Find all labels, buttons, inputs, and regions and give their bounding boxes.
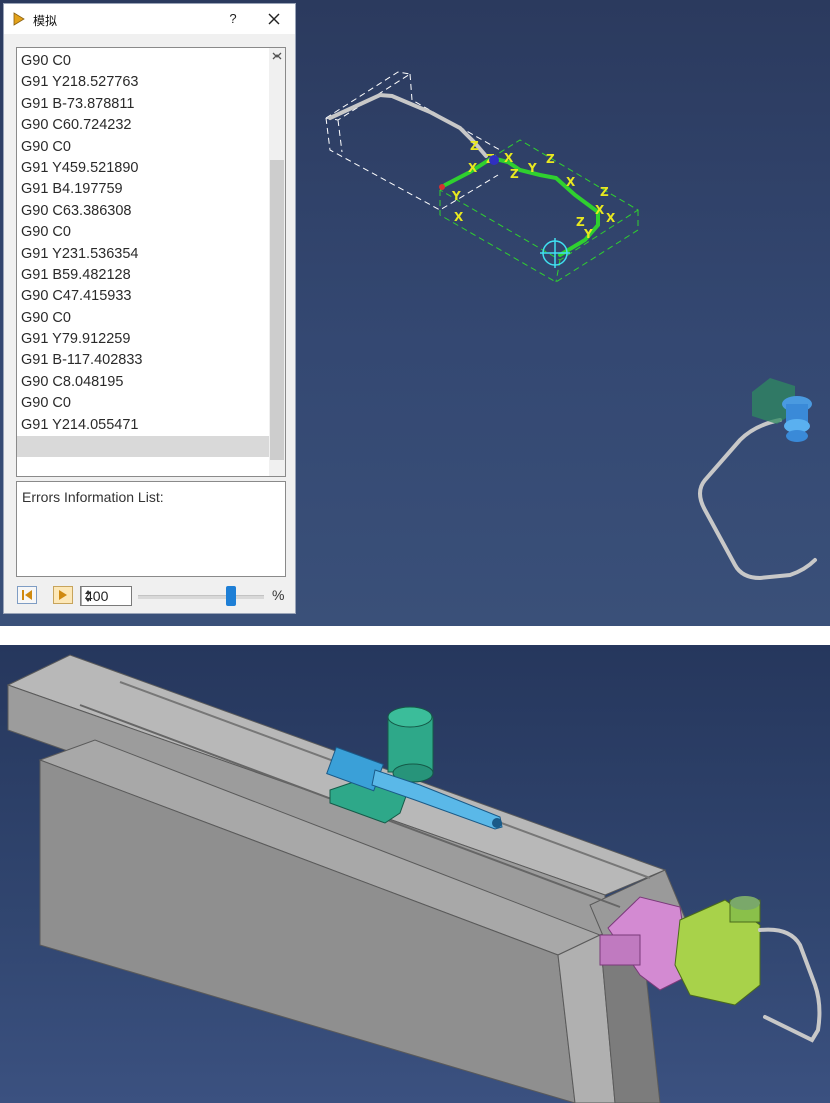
nc-code-rows: G90 C0 G91 Y218.527763 G91 B-73.878811 G90 … — [17, 51, 269, 458]
code-line[interactable]: G91 B-73.878811 — [17, 94, 269, 115]
start-point-marker — [439, 184, 445, 190]
rewind-button[interactable] — [17, 586, 37, 604]
machine-bed — [6, 654, 691, 1103]
speed-unit-label: % — [272, 587, 285, 603]
code-line[interactable]: G90 C8.048195 — [17, 372, 269, 393]
play-button[interactable] — [53, 586, 73, 604]
code-line[interactable]: G90 C0 — [17, 308, 269, 329]
code-line[interactable]: G91 Y79.912259 — [17, 329, 269, 350]
bent-tube — [758, 927, 822, 1043]
finished-tube — [698, 418, 817, 581]
spin-arrows-icon[interactable] — [81, 587, 94, 605]
scrollbar-thumb[interactable] — [270, 160, 284, 460]
code-line[interactable]: G90 C0 — [17, 222, 269, 243]
code-line[interactable]: G91 Y459.521890 — [17, 158, 269, 179]
errors-information-list[interactable]: Errors Information List: — [16, 481, 286, 577]
axis-label-y: Y — [583, 227, 593, 241]
code-line[interactable]: G91 B-117.402833 — [17, 350, 269, 371]
axis-markers: Z Z X X Z Y Z X Y X Z X Z Y X — [451, 139, 616, 241]
axis-label-z: Z — [510, 167, 519, 181]
chevron-down-icon[interactable] — [269, 48, 285, 62]
speed-slider-thumb[interactable] — [226, 586, 237, 606]
help-button[interactable]: ? — [222, 9, 244, 29]
axis-label-x: X — [566, 175, 576, 189]
speed-spinbox[interactable]: 400 — [80, 586, 132, 606]
code-line[interactable]: G91 Y214.055471 — [17, 415, 269, 436]
close-x-icon[interactable] — [262, 9, 286, 29]
code-line[interactable]: G91 B59.482128 — [17, 265, 269, 286]
code-line[interactable]: G90 C63.386308 — [17, 201, 269, 222]
errors-label: Errors Information List: — [22, 489, 164, 505]
ghost-tube — [328, 92, 488, 158]
simulation-viewport-bottom[interactable] — [0, 645, 830, 1103]
code-line[interactable]: G91 B4.197759 — [17, 179, 269, 200]
code-line[interactable]: G90 C0 — [17, 137, 269, 158]
play-triangle-icon — [13, 12, 25, 26]
end-target-marker — [540, 238, 570, 268]
code-line[interactable]: G91 Y231.536354 — [17, 244, 269, 265]
axis-label-x: X — [595, 203, 605, 217]
bend-point-marker — [489, 155, 499, 165]
axis-label-x: X — [454, 210, 464, 224]
play-icon — [59, 590, 67, 600]
code-line[interactable]: G90 C47.415933 — [17, 286, 269, 307]
simulation-viewport-top[interactable]: Z Z X X Z Y Z X Y X Z X Z Y X — [0, 0, 830, 626]
code-line[interactable]: G91 Y218.527763 — [17, 72, 269, 93]
nc-code-list[interactable]: G90 C0 G91 Y218.527763 G91 B-73.878811 G90 … — [16, 47, 286, 477]
axis-label-z: Z — [546, 152, 555, 166]
dialog-title: 模拟 — [33, 14, 58, 28]
code-line[interactable]: G90 C0 — [17, 51, 269, 72]
clamp-die — [674, 896, 761, 1006]
bending-machine-scene — [6, 654, 822, 1103]
skip-to-start-icon — [22, 590, 32, 600]
axis-label-x: X — [504, 151, 514, 165]
axis-label-y: Y — [451, 189, 461, 203]
code-line[interactable] — [17, 436, 269, 458]
simulation-dialog: 模拟 ? G90 C0 G91 Y218.527763 G91 B-73.87881… — [3, 3, 296, 614]
bending-head — [782, 396, 812, 442]
code-line[interactable]: G90 C60.724232 — [17, 115, 269, 136]
axis-label-x: X — [606, 211, 616, 225]
dialog-titlebar[interactable]: 模拟 ? — [4, 4, 295, 34]
axis-label-y: Y — [527, 161, 537, 175]
axis-label-x: X — [468, 161, 478, 175]
code-list-scrollbar[interactable] — [269, 48, 285, 476]
code-line[interactable]: G90 C0 — [17, 393, 269, 414]
axis-label-z: Z — [600, 185, 609, 199]
speed-slider-track[interactable] — [138, 595, 264, 599]
axis-label-z: Z — [470, 139, 479, 153]
playback-controls: 400 % — [4, 584, 295, 608]
